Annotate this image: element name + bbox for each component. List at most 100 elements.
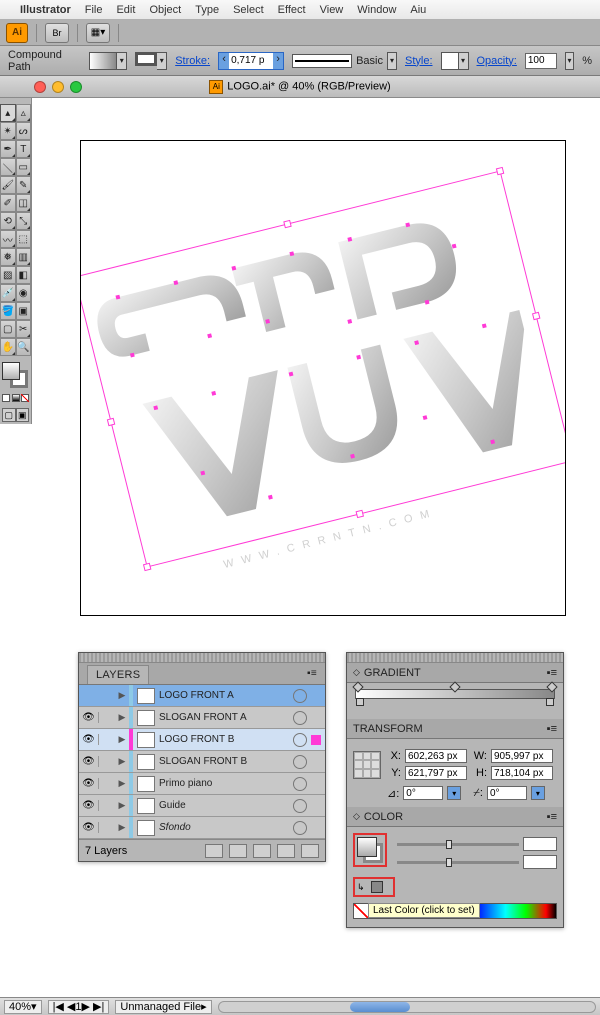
blend-tool[interactable]: ◉ <box>16 284 32 302</box>
canvas[interactable]: WWW.CRRNTN.COM <box>80 140 566 616</box>
window-minimize-button[interactable] <box>52 81 64 93</box>
target-icon[interactable] <box>293 755 307 769</box>
color-stop[interactable] <box>546 698 554 706</box>
warp-tool[interactable]: 〰 <box>0 230 16 248</box>
color-stop[interactable] <box>356 698 364 706</box>
pencil-tool[interactable]: ✎ <box>16 176 32 194</box>
color-slider[interactable] <box>397 861 519 864</box>
color-spectrum[interactable]: Last Color (click to set) <box>353 903 557 919</box>
rotate-dropdown[interactable]: ▾ <box>447 786 461 800</box>
horizontal-scrollbar[interactable] <box>218 1001 596 1013</box>
transform-panel-menu-icon[interactable]: ▪≡ <box>547 723 557 735</box>
target-icon[interactable] <box>293 733 307 747</box>
visibility-toggle[interactable]: 👁 <box>79 822 99 833</box>
layer-thumbnail[interactable] <box>137 732 155 748</box>
color-panel-title[interactable]: COLOR <box>364 811 547 823</box>
target-icon[interactable] <box>293 711 307 725</box>
layer-row[interactable]: ▶LOGO FRONT A <box>79 685 325 707</box>
menu-window[interactable]: Window <box>357 4 396 16</box>
scale-tool[interactable]: ⤡ <box>16 212 32 230</box>
layer-name[interactable]: SLOGAN FRONT A <box>159 712 289 723</box>
layer-thumbnail[interactable] <box>137 754 155 770</box>
new-layer-button[interactable] <box>277 844 295 858</box>
hand-tool[interactable]: ✋ <box>0 338 16 356</box>
target-icon[interactable] <box>293 821 307 835</box>
midpoint-stop[interactable] <box>449 681 460 692</box>
line-tool[interactable]: ＼ <box>0 158 16 176</box>
disclosure-arrow-icon[interactable]: ▶ <box>115 734 129 745</box>
menu-type[interactable]: Type <box>195 4 219 16</box>
gradient-tool[interactable]: ◧ <box>16 266 32 284</box>
layers-tab-label[interactable]: LAYERS <box>87 665 149 684</box>
layer-name[interactable]: Sfondo <box>159 822 289 833</box>
disclosure-arrow-icon[interactable]: ▶ <box>115 800 129 811</box>
stroke-swatch-dropdown[interactable]: ▾ <box>157 52 167 70</box>
magic-wand-tool[interactable]: ✴ <box>0 122 16 140</box>
collapse-icon[interactable]: ◇ <box>353 667 360 678</box>
layer-name[interactable]: SLOGAN FRONT B <box>159 756 289 767</box>
brush-preview[interactable] <box>292 54 352 68</box>
layer-name[interactable]: LOGO FRONT B <box>159 734 289 745</box>
menu-object[interactable]: Object <box>149 4 181 16</box>
bridge-button[interactable]: Br <box>45 23 69 43</box>
eraser-tool[interactable]: ◫ <box>16 194 32 212</box>
slice-tool[interactable]: ✂ <box>16 320 32 338</box>
opacity-dropdown[interactable]: ▾ <box>565 52 574 70</box>
gradient-ramp[interactable] <box>355 689 555 699</box>
artboard-nav[interactable]: |◀ ◀ 1 ▶ ▶| <box>48 1000 110 1014</box>
opacity-link[interactable]: Opacity: <box>477 55 517 67</box>
panel-grip[interactable] <box>79 653 325 663</box>
graph-tool[interactable]: ▥ <box>16 248 32 266</box>
shear-dropdown[interactable]: ▾ <box>531 786 545 800</box>
layer-row[interactable]: 👁▶Primo piano <box>79 773 325 795</box>
layer-row[interactable]: 👁▶SLOGAN FRONT A <box>79 707 325 729</box>
normal-screen-mode[interactable]: ▢ <box>2 408 16 422</box>
style-dropdown[interactable]: ▾ <box>459 52 469 70</box>
lasso-tool[interactable]: ᔕ <box>16 122 32 140</box>
h-input[interactable] <box>491 766 553 780</box>
target-icon[interactable] <box>293 689 307 703</box>
zoom-level[interactable]: 40% ▾ <box>4 1000 42 1014</box>
ai-home-button[interactable]: Ai <box>6 23 28 43</box>
color-fill-stroke-well[interactable] <box>353 833 387 867</box>
layer-name[interactable]: Primo piano <box>159 778 289 789</box>
new-sublayer-button[interactable] <box>253 844 271 858</box>
paintbrush-tool[interactable]: 🖌 <box>0 176 16 194</box>
stroke-swatch[interactable] <box>135 52 157 66</box>
transform-panel-title[interactable]: TRANSFORM <box>353 723 547 735</box>
color-value-input[interactable] <box>523 855 557 869</box>
none-color-icon[interactable] <box>354 904 368 918</box>
collapse-icon[interactable]: ◇ <box>353 811 360 822</box>
visibility-toggle[interactable]: 👁 <box>79 800 99 811</box>
style-link[interactable]: Style: <box>405 55 433 67</box>
disclosure-arrow-icon[interactable]: ▶ <box>115 778 129 789</box>
w-input[interactable] <box>491 749 553 763</box>
color-value-input[interactable] <box>523 837 557 851</box>
menu-view[interactable]: View <box>320 4 344 16</box>
menu-help[interactable]: Aiu <box>410 4 426 16</box>
free-transform-tool[interactable]: ⬚ <box>16 230 32 248</box>
layer-thumbnail[interactable] <box>137 820 155 836</box>
zoom-tool[interactable]: 🔍 <box>16 338 32 356</box>
layers-panel-menu-icon[interactable]: ▪≡ <box>307 668 317 679</box>
layer-row[interactable]: 👁▶LOGO FRONT B <box>79 729 325 751</box>
window-zoom-button[interactable] <box>70 81 82 93</box>
stroke-link[interactable]: Stroke: <box>175 55 210 67</box>
arrange-documents-button[interactable]: ▦▾ <box>86 23 110 43</box>
status-text[interactable]: Unmanaged File ▸ <box>115 1000 211 1014</box>
layer-thumbnail[interactable] <box>137 710 155 726</box>
tint-swatch[interactable] <box>371 881 383 893</box>
locate-object-button[interactable] <box>205 844 223 858</box>
rotate-tool[interactable]: ⟲ <box>0 212 16 230</box>
eyedropper-tool[interactable]: 💉 <box>0 284 16 302</box>
opacity-input[interactable] <box>525 53 557 69</box>
disclosure-arrow-icon[interactable]: ▶ <box>115 690 129 701</box>
live-paint-selection-tool[interactable]: ▣ <box>16 302 32 320</box>
layer-row[interactable]: 👁▶Guide <box>79 795 325 817</box>
gradient-panel-menu-icon[interactable]: ▪≡ <box>547 667 557 679</box>
menu-file[interactable]: File <box>85 4 103 16</box>
layer-row[interactable]: 👁▶Sfondo <box>79 817 325 839</box>
shear-input[interactable] <box>487 786 527 800</box>
layer-thumbnail[interactable] <box>137 798 155 814</box>
opacity-stop[interactable] <box>546 681 557 692</box>
